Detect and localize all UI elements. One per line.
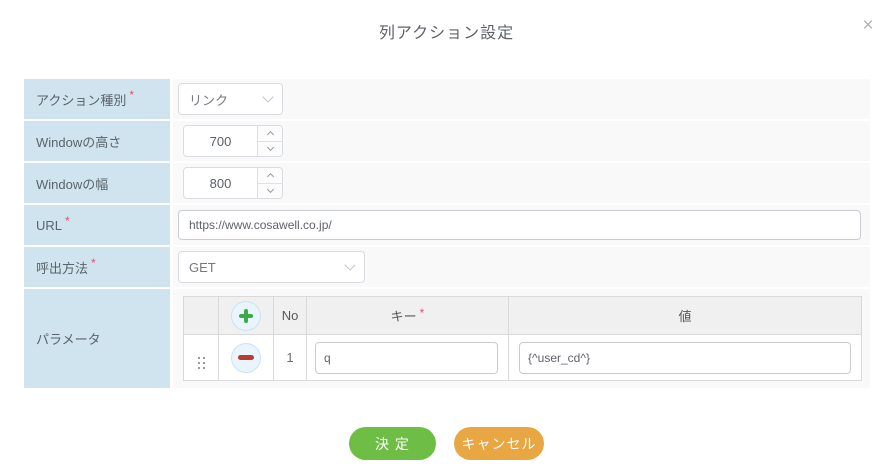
row-window-height: Windowの高さ <box>24 121 870 161</box>
window-width-stepper <box>183 167 283 199</box>
parameter-row-number: 1 <box>274 335 307 381</box>
value-column-header: 値 <box>509 297 862 335</box>
call-method-value: GET <box>189 260 216 275</box>
window-height-stepper <box>183 125 283 157</box>
window-height-input[interactable] <box>184 126 257 156</box>
submit-button[interactable]: 決 定 <box>349 427 436 460</box>
parameters-label: パラメータ <box>24 289 170 388</box>
parameter-value-input[interactable] <box>519 342 851 374</box>
window-width-input[interactable] <box>184 168 257 198</box>
plus-icon <box>239 309 253 323</box>
window-height-label: Windowの高さ <box>24 121 170 161</box>
row-window-width: Windowの幅 <box>24 163 870 203</box>
chevron-down-icon <box>262 91 273 102</box>
row-url: URL* <box>24 205 870 245</box>
chevron-up-icon <box>266 173 273 180</box>
no-column-header: No <box>274 297 307 335</box>
dialog-actions: 決 定 キャンセル <box>0 427 893 460</box>
required-mark: * <box>420 306 425 320</box>
key-column-header: キー* <box>307 297 509 335</box>
call-method-label: 呼出方法* <box>24 247 170 287</box>
call-method-select[interactable]: GET <box>178 251 365 283</box>
required-mark: * <box>65 214 70 228</box>
drag-handle-icon[interactable] <box>198 357 205 369</box>
action-type-select[interactable]: リンク <box>178 83 283 115</box>
add-parameter-button[interactable] <box>231 301 261 331</box>
close-icon[interactable]: × <box>858 16 878 36</box>
action-type-label: アクション種別* <box>24 79 170 119</box>
row-parameters: パラメータ No キー* 値 <box>24 289 870 388</box>
row-action-type: アクション種別* リンク <box>24 79 870 119</box>
increment-button[interactable] <box>258 126 282 142</box>
cancel-button[interactable]: キャンセル <box>454 427 544 460</box>
parameter-table-header: No キー* 値 <box>184 297 862 335</box>
url-label: URL* <box>24 205 170 245</box>
required-mark: * <box>91 256 96 270</box>
chevron-down-icon <box>266 186 273 193</box>
window-width-label: Windowの幅 <box>24 163 170 203</box>
remove-parameter-button[interactable] <box>231 343 261 373</box>
parameter-table: No キー* 値 1 <box>183 296 862 381</box>
increment-button[interactable] <box>258 168 282 184</box>
row-call-method: 呼出方法* GET <box>24 247 870 287</box>
page-title: 列アクション設定 <box>0 19 893 43</box>
action-type-value: リンク <box>189 90 228 109</box>
required-mark: * <box>129 88 134 102</box>
decrement-button[interactable] <box>258 142 282 157</box>
parameter-key-input[interactable] <box>315 342 498 374</box>
column-action-form: アクション種別* リンク Windowの高さ Windowの幅 <box>24 79 870 390</box>
chevron-down-icon <box>266 144 273 151</box>
parameter-table-row: 1 <box>184 335 862 381</box>
decrement-button[interactable] <box>258 184 282 199</box>
url-input[interactable] <box>178 210 861 240</box>
chevron-down-icon <box>344 259 355 270</box>
chevron-up-icon <box>266 131 273 138</box>
minus-icon <box>238 355 254 360</box>
